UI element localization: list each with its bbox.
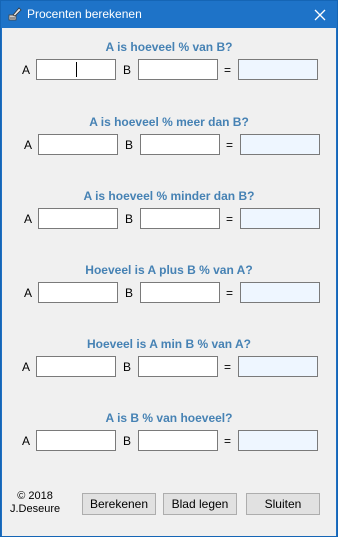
input-b[interactable]	[140, 208, 220, 229]
label-b: B	[123, 63, 132, 77]
question-label: A is hoeveel % van B?	[105, 40, 233, 54]
section-percent-less: A is hoeveel % minder dan B? A B =	[2, 189, 336, 249]
title-bar[interactable]: Procenten berekenen	[1, 1, 337, 28]
input-a[interactable]	[36, 356, 116, 377]
input-a[interactable]	[36, 59, 116, 80]
section-a-minus-percent: Hoeveel is A min B % van A? A B =	[2, 337, 336, 397]
clear-sheet-button[interactable]: Blad legen	[163, 493, 237, 515]
input-b[interactable]	[140, 282, 220, 303]
label-a: A	[24, 212, 33, 226]
question-label: A is hoeveel % minder dan B?	[83, 189, 255, 203]
label-a: A	[22, 63, 31, 77]
question-label: A is hoeveel % meer dan B?	[89, 115, 249, 129]
section-percent-more: A is hoeveel % meer dan B? A B =	[2, 115, 336, 175]
copyright-author: J.Deseure	[10, 503, 61, 515]
section-a-plus-percent: Hoeveel is A plus B % van A? A B =	[2, 263, 336, 323]
label-b: B	[125, 286, 134, 300]
result-field[interactable]	[240, 134, 320, 155]
question-label: Hoeveel is A plus B % van A?	[85, 263, 253, 277]
close-button[interactable]: Sluiten	[246, 493, 320, 515]
question-label: Hoeveel is A min B % van A?	[86, 337, 252, 351]
result-field[interactable]	[240, 208, 320, 229]
input-a[interactable]	[38, 208, 118, 229]
input-b[interactable]	[138, 356, 218, 377]
text-cursor	[76, 62, 77, 77]
input-a[interactable]	[36, 430, 116, 451]
section-b-percent-of-what: A is B % van hoeveel? A B =	[2, 411, 336, 471]
copyright-notice: © 2018 J.Deseure	[10, 490, 60, 516]
input-b[interactable]	[138, 59, 218, 80]
close-window-button[interactable]	[303, 1, 337, 28]
calculate-button[interactable]: Berekenen	[82, 493, 156, 515]
result-field[interactable]	[238, 59, 318, 80]
label-a: A	[24, 286, 33, 300]
equals-sign: =	[226, 286, 234, 300]
client-area: A is hoeveel % van B? A B = A is hoeveel…	[2, 28, 336, 536]
input-a[interactable]	[38, 282, 118, 303]
label-a: A	[22, 434, 31, 448]
input-b[interactable]	[140, 134, 220, 155]
label-b: B	[125, 212, 134, 226]
label-b: B	[125, 138, 134, 152]
label-b: B	[123, 434, 132, 448]
app-window: Procenten berekenen A is hoeveel % van B…	[0, 0, 338, 537]
input-a[interactable]	[38, 134, 118, 155]
result-field[interactable]	[240, 282, 320, 303]
equals-sign: =	[224, 434, 232, 448]
result-field[interactable]	[238, 430, 318, 451]
equals-sign: =	[226, 212, 234, 226]
equals-sign: =	[224, 360, 232, 374]
label-a: A	[22, 360, 31, 374]
window-title: Procenten berekenen	[27, 7, 142, 21]
label-b: B	[123, 360, 132, 374]
result-field[interactable]	[238, 356, 318, 377]
app-icon	[7, 6, 23, 22]
copyright-year: © 2018	[17, 490, 53, 502]
close-icon	[314, 9, 326, 20]
input-b[interactable]	[138, 430, 218, 451]
question-label: A is B % van hoeveel?	[105, 411, 233, 425]
equals-sign: =	[226, 138, 234, 152]
equals-sign: =	[224, 63, 232, 77]
label-a: A	[24, 138, 33, 152]
section-percent-of: A is hoeveel % van B? A B =	[2, 40, 336, 100]
